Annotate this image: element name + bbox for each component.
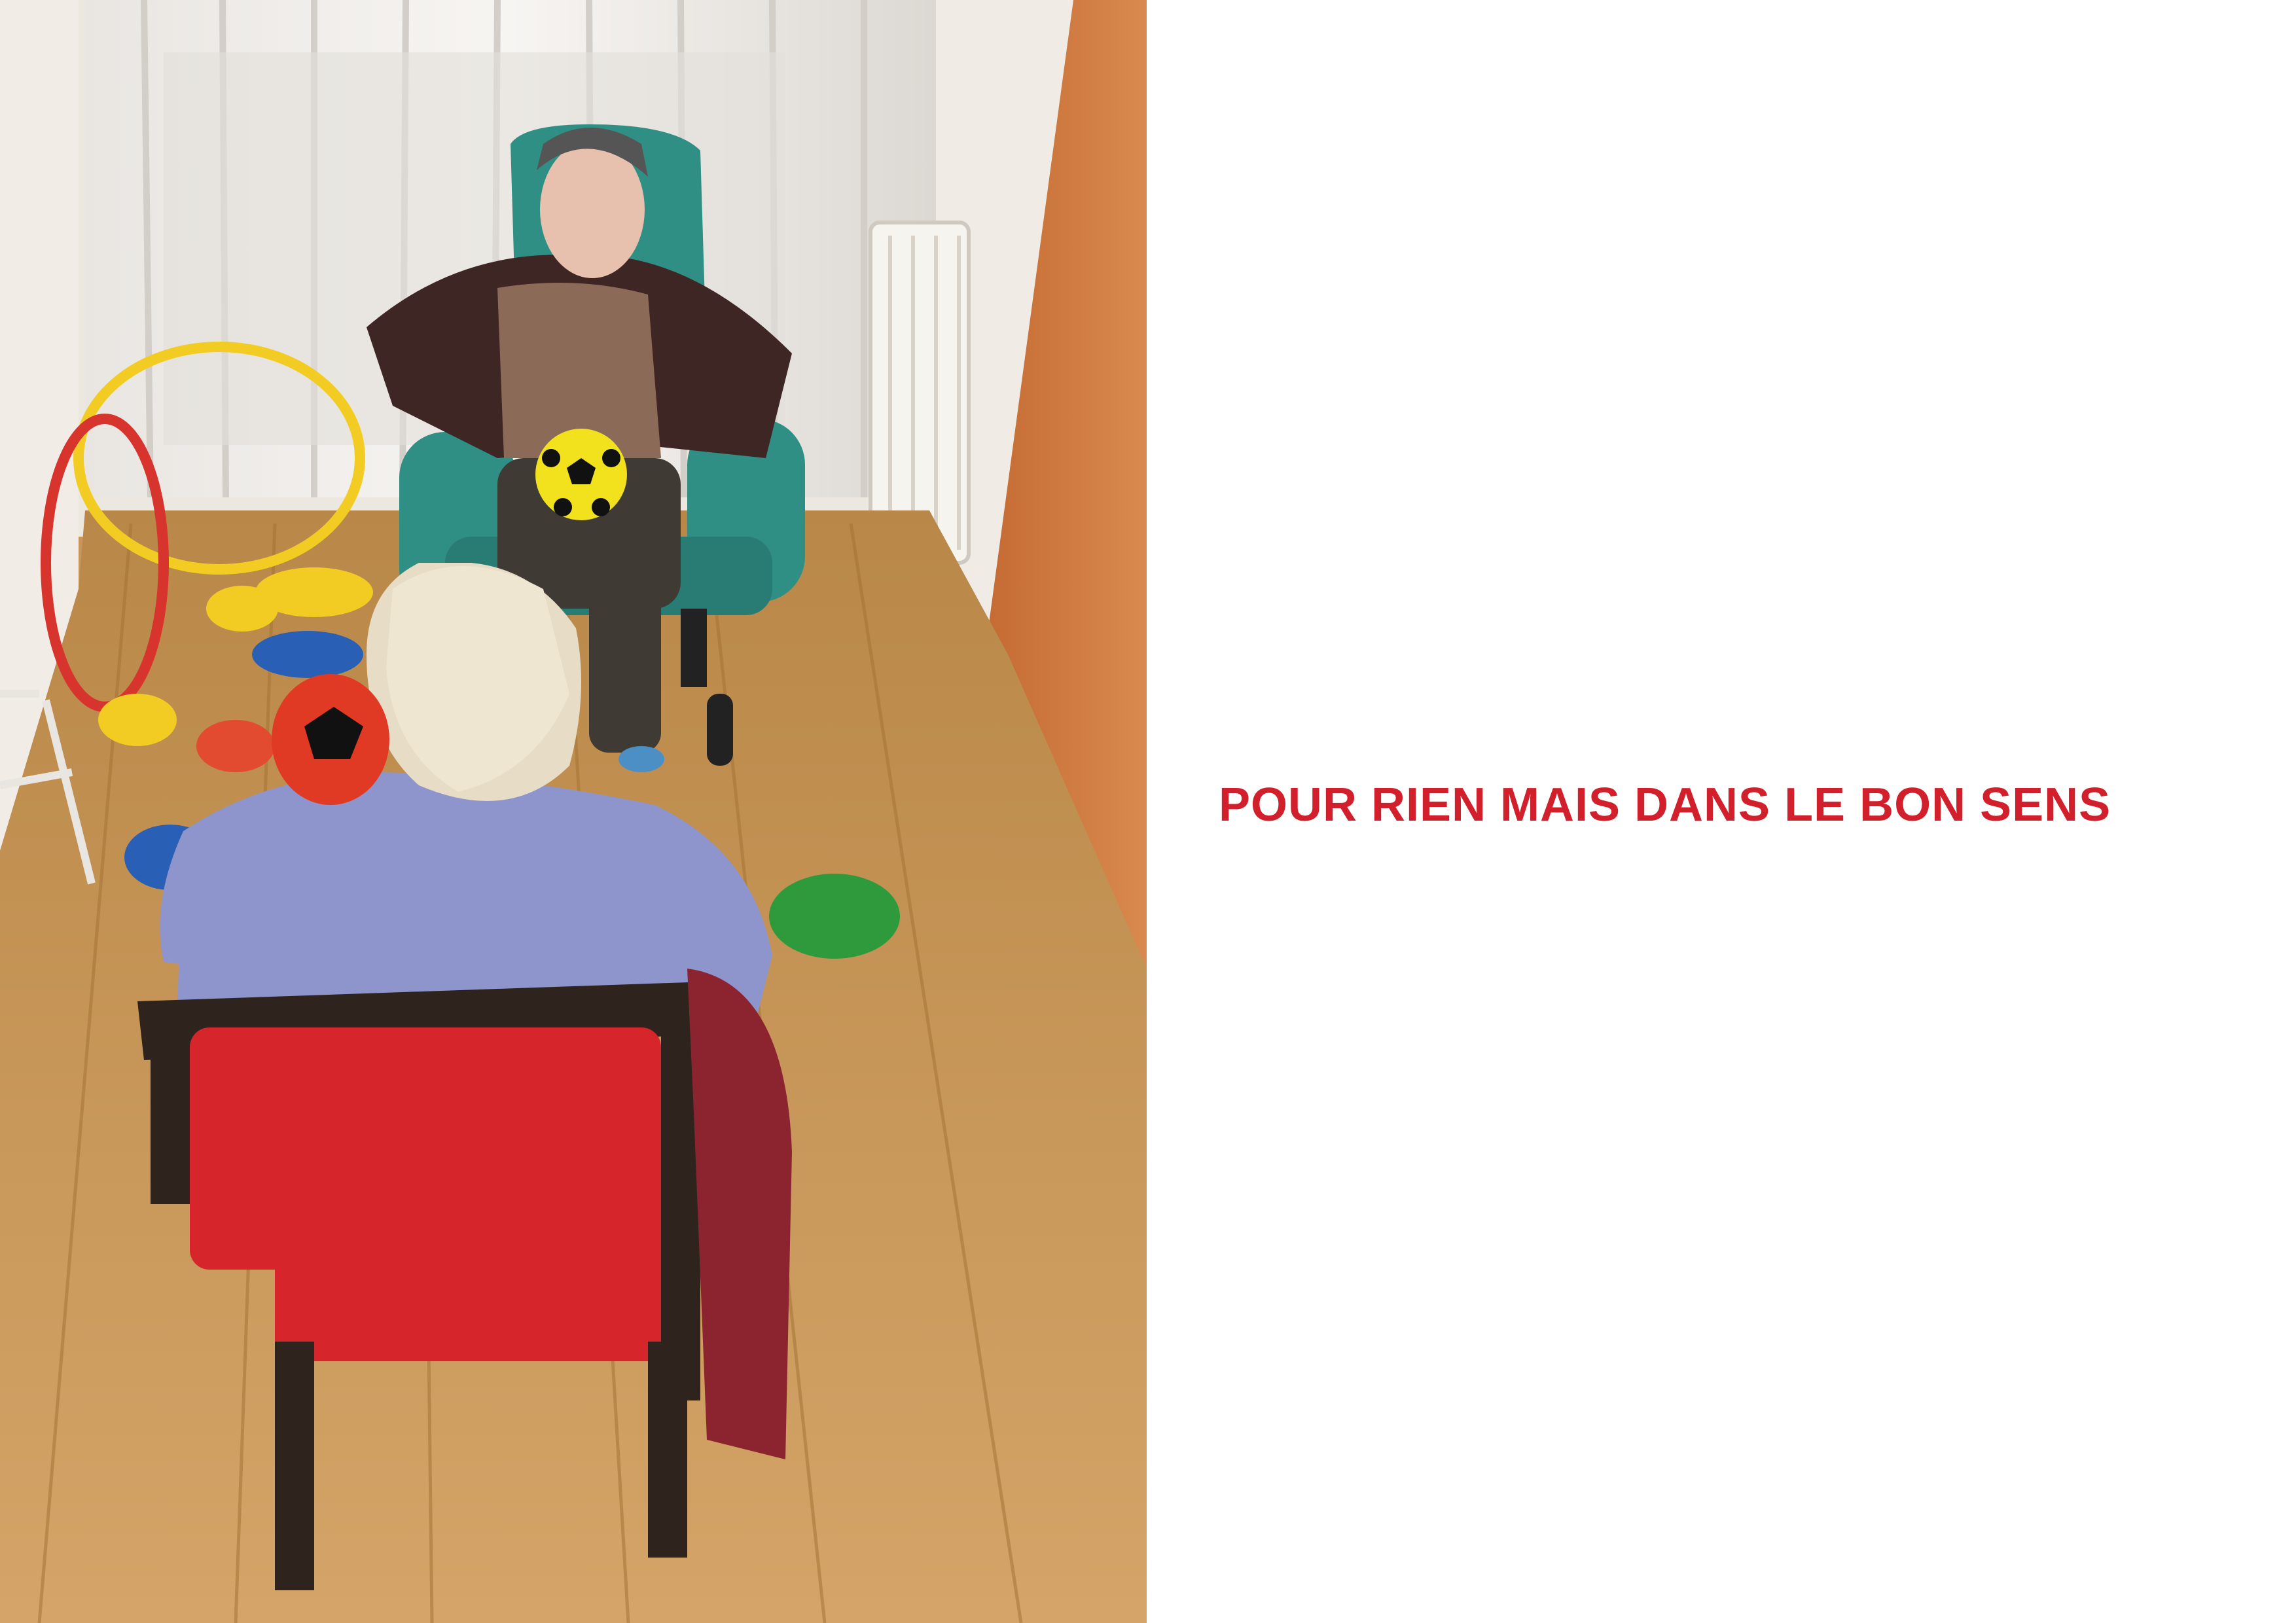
yellow-football xyxy=(535,429,627,520)
caption-title: POUR RIEN MAIS DANS LE BON SENS xyxy=(1219,779,2111,831)
activity-photo xyxy=(0,0,1147,1623)
red-football xyxy=(272,674,389,805)
yellow-cone-2 xyxy=(98,694,177,746)
poster-page: POUR RIEN MAIS DANS LE BON SENS xyxy=(0,0,2296,1623)
green-spot xyxy=(769,874,900,959)
blue-spot xyxy=(252,631,363,678)
red-spot xyxy=(196,720,275,772)
yellow-spot xyxy=(255,567,373,617)
activity-photo-illustration xyxy=(0,0,1147,1623)
